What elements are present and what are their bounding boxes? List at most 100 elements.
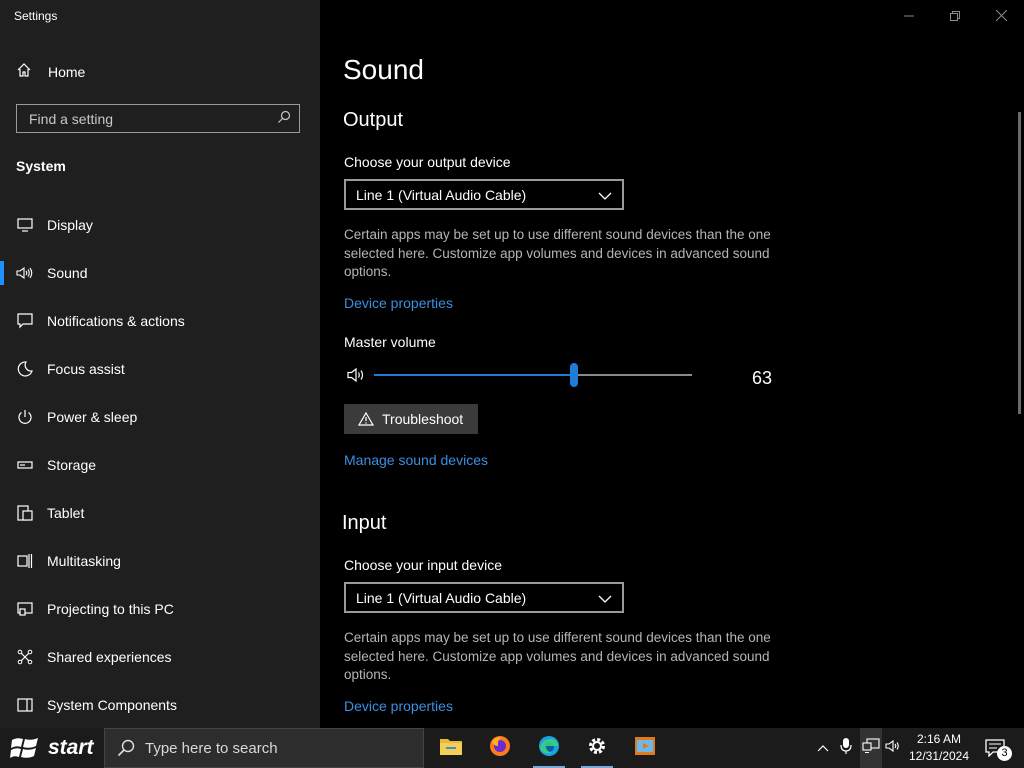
- output-heading: Output: [343, 109, 404, 131]
- gear-icon: [586, 735, 608, 762]
- shared-experiences-icon: [16, 648, 34, 666]
- sidebar-item-tablet[interactable]: Tablet: [0, 489, 320, 537]
- edge-icon: [537, 734, 561, 763]
- taskbar-clock[interactable]: 2:16 AM 12/31/2024: [904, 731, 974, 765]
- chevron-down-icon: [598, 591, 612, 607]
- sidebar-item-label: Focus assist: [47, 361, 125, 377]
- chevron-down-icon: [598, 188, 612, 204]
- volume-speaker-icon[interactable]: [347, 367, 367, 388]
- home-icon: [16, 62, 32, 81]
- taskbar-edge[interactable]: [525, 728, 573, 768]
- master-volume-slider[interactable]: [374, 363, 692, 387]
- manage-sound-devices-link[interactable]: Manage sound devices: [344, 452, 488, 468]
- show-hidden-icons-button[interactable]: [812, 728, 834, 768]
- monitor-icon: [16, 216, 34, 234]
- sidebar-item-display[interactable]: Display: [0, 201, 320, 249]
- network-tray-button[interactable]: [860, 728, 882, 768]
- master-volume-label: Master volume: [344, 334, 436, 350]
- sidebar-item-system-components[interactable]: System Components: [0, 681, 320, 729]
- taskbar: start Type here to search 2:16 AM 12/31/…: [0, 728, 1024, 768]
- restore-icon: [950, 8, 960, 24]
- find-setting-input[interactable]: [27, 110, 271, 128]
- network-icon: [862, 737, 880, 759]
- microphone-icon: [840, 737, 852, 760]
- sidebar-item-label: Projecting to this PC: [47, 601, 174, 617]
- find-setting-search[interactable]: [16, 104, 300, 133]
- window-title: Settings: [14, 9, 58, 23]
- sidebar-item-label: Sound: [47, 265, 88, 281]
- restore-button[interactable]: [932, 0, 978, 32]
- input-device-dropdown[interactable]: Line 1 (Virtual Audio Cable): [344, 582, 624, 613]
- troubleshoot-button[interactable]: Troubleshoot: [344, 404, 478, 434]
- close-button[interactable]: [978, 0, 1024, 32]
- sidebar-item-label: Power & sleep: [47, 409, 138, 425]
- volume-tray-button[interactable]: [884, 728, 904, 768]
- sidebar-item-label: Notifications & actions: [47, 313, 185, 329]
- home-label: Home: [48, 63, 86, 80]
- folder-icon: [439, 736, 463, 761]
- section-label-system: System: [16, 158, 66, 174]
- clock-date: 12/31/2024: [908, 749, 970, 763]
- system-components-icon: [16, 696, 34, 714]
- sidebar-item-multitasking[interactable]: Multitasking: [0, 537, 320, 585]
- sidebar-item-label: System Components: [47, 697, 177, 713]
- notification-badge: 3: [997, 746, 1012, 761]
- notification-icon: 3: [985, 739, 1012, 761]
- multitasking-icon: [16, 552, 34, 570]
- search-icon: [117, 739, 135, 757]
- start-button[interactable]: start: [0, 728, 104, 768]
- output-device-properties-link[interactable]: Device properties: [344, 295, 453, 311]
- taskbar-file-explorer[interactable]: [427, 728, 475, 768]
- taskbar-search-placeholder: Type here to search: [145, 739, 278, 757]
- input-device-value: Line 1 (Virtual Audio Cable): [356, 589, 527, 606]
- storage-icon: [16, 456, 34, 474]
- microphone-tray-button[interactable]: [836, 728, 856, 768]
- output-device-value: Line 1 (Virtual Audio Cable): [356, 186, 527, 203]
- output-description: Certain apps may be set up to use differ…: [344, 227, 771, 279]
- input-device-label: Choose your input device: [344, 557, 502, 573]
- projecting-icon: [16, 600, 34, 618]
- output-device-label: Choose your output device: [344, 154, 511, 170]
- sidebar-item-shared-experiences[interactable]: Shared experiences: [0, 633, 320, 681]
- output-device-dropdown[interactable]: Line 1 (Virtual Audio Cable): [344, 179, 624, 210]
- input-device-properties-link[interactable]: Device properties: [344, 698, 453, 714]
- troubleshoot-label: Troubleshoot: [382, 411, 464, 427]
- start-label: start: [48, 736, 94, 759]
- close-icon: [995, 8, 1007, 24]
- taskbar-search-box[interactable]: Type here to search: [104, 728, 424, 768]
- sidebar-item-storage[interactable]: Storage: [0, 441, 320, 489]
- windows-logo-icon: [10, 735, 40, 761]
- speaker-icon: [16, 264, 34, 282]
- chevron-up-icon: [817, 739, 829, 757]
- notification-icon: [16, 312, 34, 330]
- sidebar-item-power-sleep[interactable]: Power & sleep: [0, 393, 320, 441]
- sidebar-item-label: Multitasking: [47, 553, 121, 569]
- media-player-icon: [634, 735, 656, 762]
- taskbar-firefox[interactable]: [476, 728, 524, 768]
- minimize-button[interactable]: [886, 0, 932, 32]
- warning-icon: [358, 412, 374, 426]
- taskbar-settings[interactable]: [573, 728, 621, 768]
- clock-time: 2:16 AM: [916, 732, 962, 746]
- sidebar-item-label: Shared experiences: [47, 649, 172, 665]
- taskbar-media-app[interactable]: [621, 728, 669, 768]
- minimize-icon: [904, 8, 914, 24]
- page-title: Sound: [343, 54, 424, 85]
- sidebar-nav: Display Sound Notifications & actions Fo…: [0, 201, 320, 729]
- tablet-icon: [16, 504, 34, 522]
- sound-settings-panel: [320, 0, 1024, 728]
- volume-slider-fill: [374, 374, 574, 376]
- firefox-icon: [488, 734, 512, 763]
- volume-slider-thumb[interactable]: [570, 363, 578, 387]
- action-center-button[interactable]: 3: [980, 728, 1012, 768]
- sidebar-item-projecting[interactable]: Projecting to this PC: [0, 585, 320, 633]
- sidebar-item-sound[interactable]: Sound: [0, 249, 320, 297]
- sidebar-item-focus-assist[interactable]: Focus assist: [0, 345, 320, 393]
- home-nav-item[interactable]: Home: [16, 62, 85, 81]
- sidebar-item-label: Display: [47, 217, 93, 233]
- scrollbar[interactable]: [1018, 112, 1021, 414]
- sidebar-item-label: Storage: [47, 457, 97, 473]
- input-description: Certain apps may be set up to use differ…: [344, 630, 771, 682]
- sidebar-item-notifications[interactable]: Notifications & actions: [0, 297, 320, 345]
- search-icon[interactable]: [277, 110, 291, 129]
